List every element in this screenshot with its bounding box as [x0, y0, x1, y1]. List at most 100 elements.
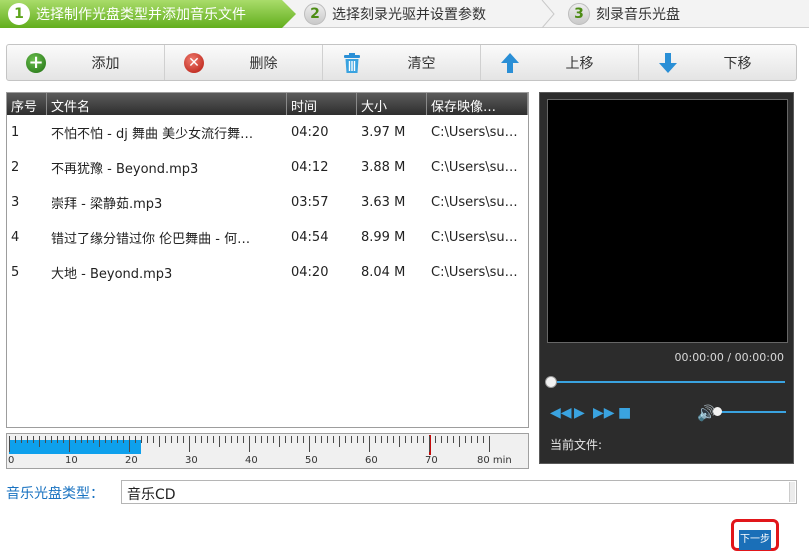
cell-index: 5: [11, 265, 20, 280]
ruler-label-10: 10: [65, 455, 78, 466]
ruler-tick: [159, 436, 160, 447]
ruler-label-60: 60: [365, 455, 378, 466]
cell-filename: 大地 - Beyond.mp3: [51, 267, 173, 282]
volume-handle[interactable]: [713, 407, 722, 416]
move-down-button[interactable]: 下移: [639, 45, 796, 80]
play-icon[interactable]: ▶: [574, 405, 585, 421]
ruler-tick: [201, 436, 202, 443]
ruler-tick: [99, 436, 100, 447]
ruler-tick: [81, 436, 82, 443]
table-row[interactable]: 1 不怕不怕 - dj 舞曲 美少女流行舞… 04:20 3.97 M C:\U…: [7, 115, 528, 150]
disc-type-label: 音乐光盘类型：: [6, 486, 104, 502]
cell-time: 04:20: [291, 125, 329, 140]
ruler-tick: [417, 436, 418, 443]
delete-button[interactable]: ✕ 删除: [165, 45, 323, 80]
ruler-tick: [399, 436, 400, 447]
ruler-tick: [21, 436, 22, 443]
disc-type-scrollbar[interactable]: [789, 482, 795, 502]
cell-index: 1: [11, 125, 20, 140]
ruler-tick: [165, 436, 166, 443]
cell-index: 2: [11, 160, 20, 175]
column-header-time[interactable]: 时间: [287, 93, 357, 115]
ruler-tick: [135, 436, 136, 443]
add-button[interactable]: + 添加: [7, 45, 165, 80]
ruler-label-50: 50: [305, 455, 318, 466]
cell-filename: 不再犹豫 - Beyond.mp3: [51, 162, 199, 177]
stop-icon[interactable]: ■: [618, 405, 631, 421]
ruler-tick: [483, 436, 484, 443]
ruler-tick: [411, 436, 412, 443]
ruler-tick: [69, 436, 70, 452]
clear-button[interactable]: 清空: [323, 45, 481, 80]
table-header: 序号 文件名 时间 大小 保存映像…: [7, 93, 528, 115]
ruler-tick: [381, 436, 382, 443]
playback-time: 00:00:00 / 00:00:00: [674, 351, 784, 364]
ruler-tick: [405, 436, 406, 443]
ruler-tick: [333, 436, 334, 443]
step-2[interactable]: 2 选择刻录光驱并设置参数: [296, 0, 552, 28]
cell-image-path: C:\Users\su…: [431, 230, 518, 245]
ruler-tick: [471, 436, 472, 443]
move-up-button[interactable]: 上移: [481, 45, 639, 80]
ruler-tick: [285, 436, 286, 443]
ruler-tick: [441, 436, 442, 443]
disc-type-value: 音乐CD: [127, 487, 176, 503]
ruler-label-20: 20: [125, 455, 138, 466]
ruler-label-30: 30: [185, 455, 198, 466]
ruler-tick: [297, 436, 298, 443]
ruler-tick: [213, 436, 214, 443]
capacity-ruler: 0 10 20 30 40 50 60 70 80 min: [6, 433, 529, 469]
ruler-tick: [9, 436, 10, 452]
ruler-tick: [57, 436, 58, 443]
ruler-tick: [267, 436, 268, 443]
cell-size: 3.88 M: [361, 160, 406, 175]
ruler-tick: [195, 436, 196, 443]
ruler-tick: [315, 436, 316, 443]
add-label: 添加: [91, 55, 120, 72]
ruler-tick: [477, 436, 478, 443]
ruler-tick: [387, 436, 388, 443]
file-table: 序号 文件名 时间 大小 保存映像… 1 不怕不怕 - dj 舞曲 美少女流行舞…: [6, 92, 529, 428]
column-header-filename[interactable]: 文件名: [47, 93, 287, 115]
cell-index: 4: [11, 230, 20, 245]
move-up-label: 上移: [565, 55, 594, 72]
ruler-tick: [63, 436, 64, 443]
step-1-label: 选择制作光盘类型并添加音乐文件: [36, 7, 246, 23]
table-row[interactable]: 2 不再犹豫 - Beyond.mp3 04:12 3.88 M C:\User…: [7, 150, 528, 185]
ruler-tick: [423, 436, 424, 443]
ruler-tick: [177, 436, 178, 443]
toolbar: + 添加 ✕ 删除 清空 上移 下移: [6, 44, 797, 81]
step-1-number: 1: [8, 3, 30, 25]
cell-size: 3.63 M: [361, 195, 406, 210]
ruler-tick: [171, 436, 172, 443]
seek-track[interactable]: [550, 381, 785, 383]
ruler-tick: [249, 436, 250, 452]
previous-icon[interactable]: ◀◀: [550, 405, 572, 421]
ruler-label-70: 70: [425, 455, 438, 466]
next-icon[interactable]: ▶▶: [593, 405, 615, 421]
ruler-tick: [309, 436, 310, 452]
ruler-tick: [243, 436, 244, 443]
column-header-size[interactable]: 大小: [357, 93, 427, 115]
ruler-tick: [447, 436, 448, 443]
ruler-tick: [117, 436, 118, 443]
table-row[interactable]: 5 大地 - Beyond.mp3 04:20 8.04 M C:\Users\…: [7, 255, 528, 290]
ruler-tick: [261, 436, 262, 443]
ruler-tick: [279, 436, 280, 447]
table-row[interactable]: 4 错过了缘分错过你 伦巴舞曲 - 何… 04:54 8.99 M C:\Use…: [7, 220, 528, 255]
step-3[interactable]: 3 刻录音乐光盘: [560, 0, 809, 28]
column-header-index[interactable]: 序号: [7, 93, 47, 115]
next-step-button[interactable]: 下一步: [739, 530, 771, 550]
cell-filename: 错过了缘分错过你 伦巴舞曲 - 何…: [51, 232, 251, 247]
cell-time: 04:20: [291, 265, 329, 280]
step-1[interactable]: 1 选择制作光盘类型并添加音乐文件: [0, 0, 296, 28]
disc-type-select[interactable]: 音乐CD: [121, 480, 797, 504]
cell-size: 3.97 M: [361, 125, 406, 140]
volume-track[interactable]: [716, 411, 786, 413]
seek-handle[interactable]: [545, 376, 557, 388]
step-2-number: 2: [304, 3, 326, 25]
column-header-image-path[interactable]: 保存映像…: [427, 93, 528, 115]
table-row[interactable]: 3 崇拜 - 梁静茹.mp3 03:57 3.63 M C:\Users\su…: [7, 185, 528, 220]
cell-index: 3: [11, 195, 20, 210]
ruler-label-0: 0: [8, 455, 15, 466]
